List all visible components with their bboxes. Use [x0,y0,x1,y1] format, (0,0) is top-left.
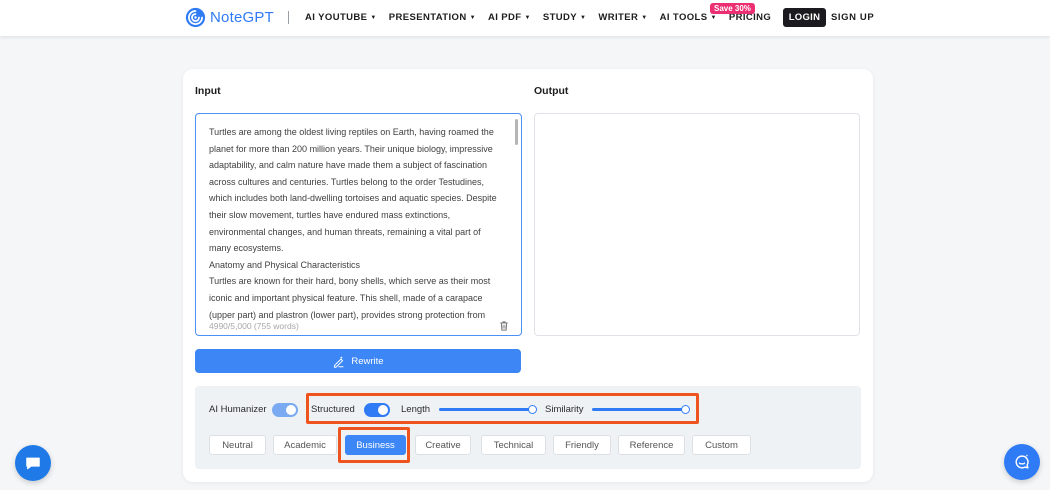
tone-reference-button[interactable]: Reference [618,435,685,455]
nav-divider [288,11,289,24]
notegpt-logo[interactable]: NoteGPT [185,7,274,28]
nav-item-ai-pdf[interactable]: AI PDF ▼ [488,12,531,23]
chat-support-button[interactable] [15,445,51,481]
input-paragraph: Turtles are known for their hard, bony s… [209,276,491,320]
tone-creative-button[interactable]: Creative [415,435,471,455]
nav-item-label: WRITER [598,12,639,23]
character-counter: 4990/5,000 (755 words) [209,321,303,331]
rewrite-button-label: Rewrite [351,355,384,367]
options-highlight-box [306,393,699,424]
pricing-discount-badge: Save 30% [710,3,755,14]
ai-humanizer-toggle[interactable] [272,403,298,417]
nav-item-label: STUDY [542,12,578,23]
tone-academic-button[interactable]: Academic [273,435,337,455]
trash-icon[interactable] [498,320,510,332]
tone-custom-button[interactable]: Custom [692,435,751,455]
chevron-down-icon: ▼ [469,14,476,21]
assistant-chat-icon [1015,454,1029,469]
signup-button[interactable]: SIGN UP [831,12,874,23]
tone-friendly-button[interactable]: Friendly [553,435,611,455]
tone-neutral-button[interactable]: Neutral [209,435,266,455]
ai-humanizer-label: AI Humanizer [209,404,267,415]
chat-bubble-icon [26,457,40,470]
input-text-content: Turtles are among the oldest living rept… [209,124,503,323]
input-scrollbar[interactable] [515,119,518,145]
assistant-chat-button[interactable] [1004,444,1040,480]
output-label: Output [534,85,569,97]
login-button[interactable]: LOGIN [783,8,826,27]
chevron-down-icon: ▼ [370,14,377,21]
chevron-down-icon: ▼ [580,14,587,21]
nav-item-presentation[interactable]: PRESENTATION ▼ [389,12,476,23]
chevron-down-icon: ▼ [524,14,531,21]
top-navigation-bar: NoteGPT AI YOUTUBE ▼ PRESENTATION ▼ AI PDF… [0,0,1050,36]
input-paragraph: Turtles are among the oldest living rept… [209,127,497,254]
rewrite-button[interactable]: Rewrite [195,349,521,373]
input-paragraph: Anatomy and Physical Characteristics [209,259,361,270]
rewriter-card: Input Output Turtles are among the oldes… [183,69,873,482]
nav-item-label: AI PDF [487,12,522,23]
logo-text: NoteGPT [210,9,274,26]
nav-item-label: PRESENTATION [388,12,467,23]
output-textarea[interactable] [534,113,860,336]
notegpt-logo-icon [185,7,206,28]
input-textarea[interactable]: Turtles are among the oldest living rept… [195,113,522,336]
chevron-down-icon: ▼ [710,14,717,21]
nav-item-study[interactable]: STUDY ▼ [543,12,587,23]
nav-item-ai-tools[interactable]: AI TOOLS ▼ [660,12,717,23]
chevron-down-icon: ▼ [641,14,648,21]
tone-technical-button[interactable]: Technical [481,435,546,455]
rewrite-options-panel: AI Humanizer Structured Length Similarit… [195,386,861,469]
selected-tone-highlight-box [338,427,410,463]
input-label: Input [195,85,221,97]
nav-item-label: AI TOOLS [659,12,708,23]
rewrite-icon [334,355,344,368]
toggle-knob [286,405,296,415]
nav-item-writer[interactable]: WRITER ▼ [598,12,647,23]
nav-item-ai-youtube[interactable]: AI YOUTUBE ▼ [305,12,377,23]
nav-item-label: AI YOUTUBE [305,12,368,23]
